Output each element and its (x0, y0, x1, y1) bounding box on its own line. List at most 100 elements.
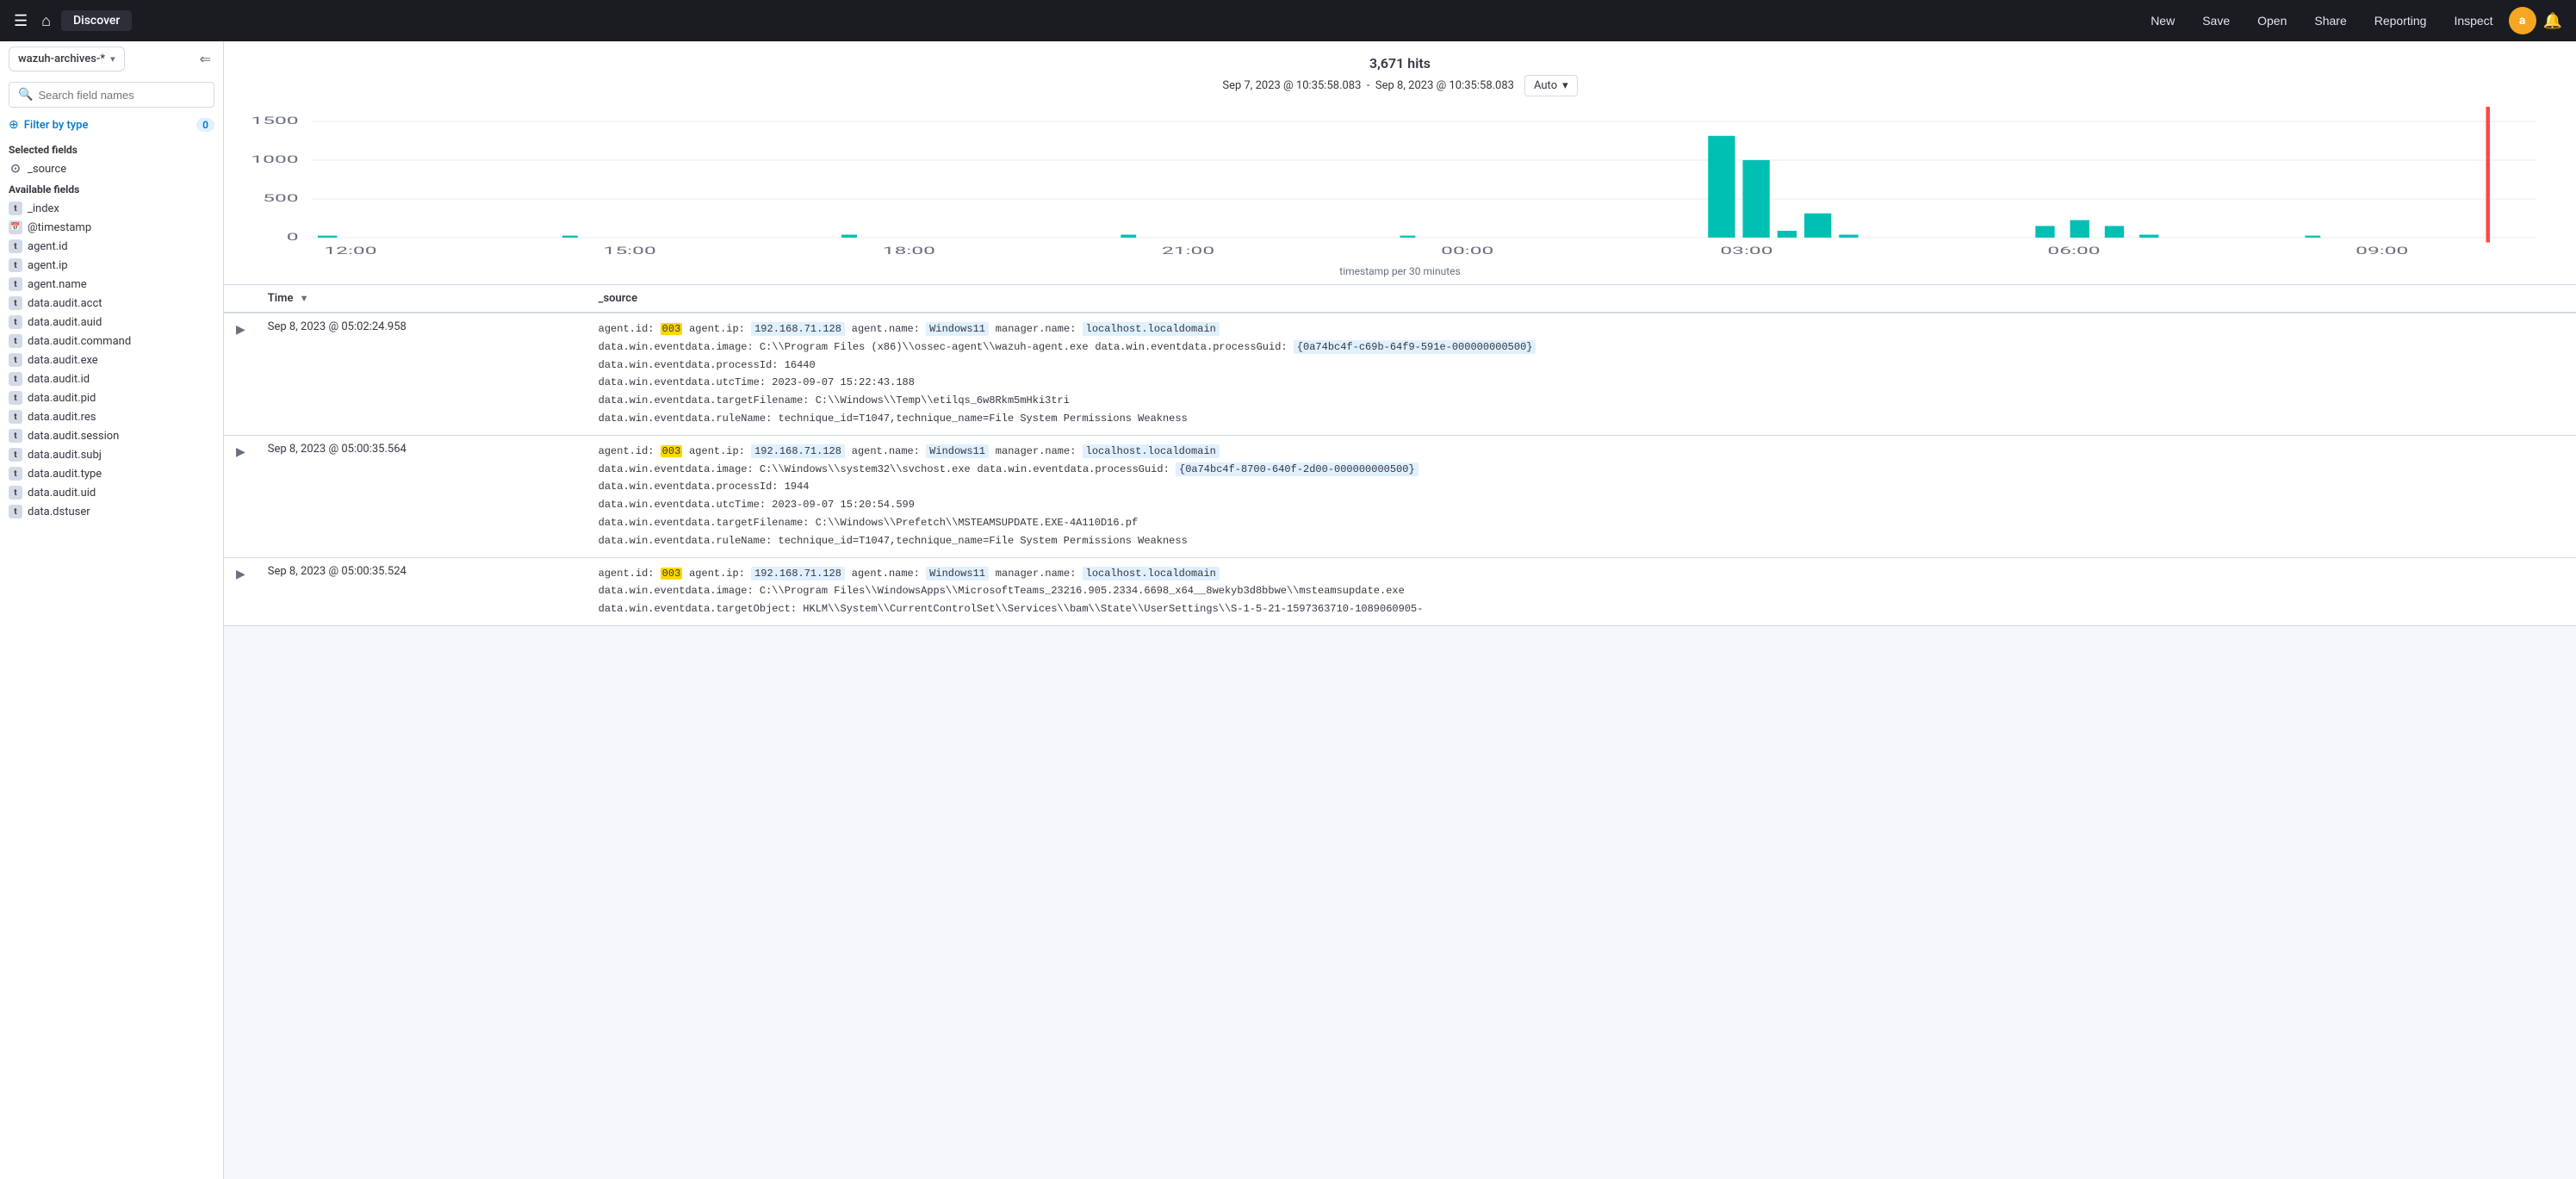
field-label: data.audit.type (28, 468, 102, 481)
sidebar-item-data-audit-session[interactable]: t data.audit.session (0, 426, 223, 445)
time-col-header[interactable]: Time ▼ (258, 285, 588, 313)
svg-text:500: 500 (263, 192, 298, 205)
row-expand-button[interactable]: ▶ (234, 443, 247, 461)
sidebar-item-agent-name[interactable]: t agent.name (0, 275, 223, 294)
sidebar-item-agent-id[interactable]: t agent.id (0, 237, 223, 256)
sidebar-item-data-audit-id[interactable]: t data.audit.id (0, 369, 223, 388)
available-fields-label: Available fields (0, 178, 223, 199)
save-button[interactable]: Save (2190, 9, 2242, 33)
field-label: data.audit.id (28, 373, 90, 386)
sidebar-item-data-audit-exe[interactable]: t data.audit.exe (0, 351, 223, 369)
field-label: agent.id (28, 240, 68, 253)
text-type-icon: t (9, 258, 22, 272)
svg-text:1000: 1000 (251, 153, 298, 166)
histogram-svg: 1500 1000 500 0 (245, 107, 2555, 262)
nav-actions: New Save Open Share Reporting Inspect a … (2138, 7, 2566, 34)
search-input[interactable] (38, 89, 205, 102)
svg-text:1500: 1500 (251, 115, 298, 127)
text-type-icon: t (9, 505, 22, 518)
sidebar-item-data-audit-subj[interactable]: t data.audit.subj (0, 445, 223, 464)
main-content: 3,671 hits Sep 7, 2023 @ 10:35:58.083 - … (224, 41, 2576, 1179)
field-label: @timestamp (28, 221, 91, 234)
sidebar-item-data-audit-uid[interactable]: t data.audit.uid (0, 483, 223, 502)
field-label: data.audit.session (28, 430, 119, 443)
sidebar-item-data-audit-acct[interactable]: t data.audit.acct (0, 294, 223, 313)
svg-text:09:00: 09:00 (2356, 245, 2408, 258)
filter-icon: ⊕ (9, 118, 19, 132)
text-type-icon: t (9, 334, 22, 348)
table-row: ▶Sep 8, 2023 @ 05:00:35.524agent.id: 003… (224, 557, 2576, 625)
field-label: _index (28, 202, 59, 215)
svg-text:06:00: 06:00 (2047, 245, 2100, 258)
date-type-icon: 📅 (9, 220, 22, 234)
text-type-icon: t (9, 315, 22, 329)
sidebar-item-data-dstuser[interactable]: t data.dstuser (0, 502, 223, 521)
field-label: agent.name (28, 278, 87, 291)
table-row: ▶Sep 8, 2023 @ 05:00:35.564agent.id: 003… (224, 435, 2576, 557)
app-breadcrumb[interactable]: Discover (61, 10, 132, 31)
bell-icon[interactable]: 🔔 (2540, 9, 2566, 34)
field-label: data.audit.pid (28, 392, 96, 405)
field-name: _source (28, 163, 66, 176)
selected-field-source[interactable]: ⊙ _source (0, 159, 223, 178)
date-range-row: Sep 7, 2023 @ 10:35:58.083 - Sep 8, 2023… (245, 75, 2555, 96)
source-cell: agent.id: 003 agent.ip: 192.168.71.128 a… (588, 557, 2576, 625)
chart-x-label: timestamp per 30 minutes (245, 265, 2555, 277)
row-expand-button[interactable]: ▶ (234, 565, 247, 583)
sort-icon: ▼ (300, 293, 309, 304)
index-pattern-selector[interactable]: wazuh-archives-* ▾ (9, 47, 125, 71)
results-area: Time ▼ _source ▶Sep 8, 2023 @ 05:02:24.9… (224, 285, 2576, 626)
sidebar-item-data-audit-auid[interactable]: t data.audit.auid (0, 313, 223, 332)
sidebar-item-data-audit-pid[interactable]: t data.audit.pid (0, 388, 223, 407)
avatar[interactable]: a (2509, 7, 2536, 34)
sidebar-item-timestamp[interactable]: 📅 @timestamp (0, 218, 223, 237)
source-type-icon: ⊙ (9, 162, 22, 176)
text-type-icon: t (9, 372, 22, 386)
field-label: data.audit.subj (28, 449, 102, 462)
text-type-icon: t (9, 429, 22, 443)
share-button[interactable]: Share (2302, 9, 2358, 33)
text-type-icon: t (9, 486, 22, 500)
home-icon[interactable]: ⌂ (38, 9, 54, 34)
interval-selector[interactable]: Auto ▾ (1524, 75, 1578, 96)
search-icon: 🔍 (18, 88, 33, 102)
collapse-sidebar-button[interactable]: ⇐ (196, 49, 214, 70)
chart-area: 3,671 hits Sep 7, 2023 @ 10:35:58.083 - … (224, 41, 2576, 285)
row-expand-button[interactable]: ▶ (234, 320, 247, 338)
selected-fields-label: Selected fields (0, 139, 223, 159)
time-cell: Sep 8, 2023 @ 05:00:35.564 (258, 435, 588, 557)
date-range-text: Sep 7, 2023 @ 10:35:58.083 - Sep 8, 2023… (1222, 79, 1514, 92)
sidebar: wazuh-archives-* ▾ ⇐ 🔍 ⊕ Filter by type … (0, 41, 224, 1179)
sidebar-items: Selected fields ⊙ _source Available fiel… (0, 139, 223, 1179)
text-type-icon: t (9, 391, 22, 405)
filter-by-type-button[interactable]: Filter by type (24, 119, 89, 132)
sidebar-header: wazuh-archives-* ▾ ⇐ (0, 41, 223, 75)
sidebar-item-index[interactable]: t _index (0, 199, 223, 218)
sidebar-item-data-audit-res[interactable]: t data.audit.res (0, 407, 223, 426)
text-type-icon: t (9, 277, 22, 291)
hits-count: 3,671 hits (245, 55, 2555, 71)
text-type-icon: t (9, 353, 22, 367)
new-button[interactable]: New (2138, 9, 2187, 33)
svg-text:00:00: 00:00 (1441, 245, 1493, 258)
text-type-icon: t (9, 448, 22, 462)
field-label: data.audit.auid (28, 316, 102, 329)
chevron-down-icon: ▾ (1562, 79, 1568, 92)
sidebar-item-agent-ip[interactable]: t agent.ip (0, 256, 223, 275)
open-button[interactable]: Open (2245, 9, 2299, 33)
inspect-button[interactable]: Inspect (2442, 9, 2505, 33)
sidebar-item-data-audit-command[interactable]: t data.audit.command (0, 332, 223, 351)
reporting-button[interactable]: Reporting (2362, 9, 2439, 33)
field-search-box[interactable]: 🔍 (9, 82, 214, 108)
time-cell: Sep 8, 2023 @ 05:02:24.958 (258, 313, 588, 435)
text-type-icon: t (9, 239, 22, 253)
field-label: data.audit.uid (28, 487, 96, 500)
svg-text:15:00: 15:00 (604, 245, 656, 258)
chevron-down-icon: ▾ (110, 53, 115, 65)
sidebar-item-data-audit-type[interactable]: t data.audit.type (0, 464, 223, 483)
results-table: Time ▼ _source ▶Sep 8, 2023 @ 05:02:24.9… (224, 285, 2576, 626)
hamburger-icon[interactable]: ☰ (10, 9, 31, 34)
field-label: data.audit.exe (28, 354, 98, 367)
index-pattern-label: wazuh-archives-* (18, 53, 105, 65)
field-label: agent.ip (28, 259, 68, 272)
